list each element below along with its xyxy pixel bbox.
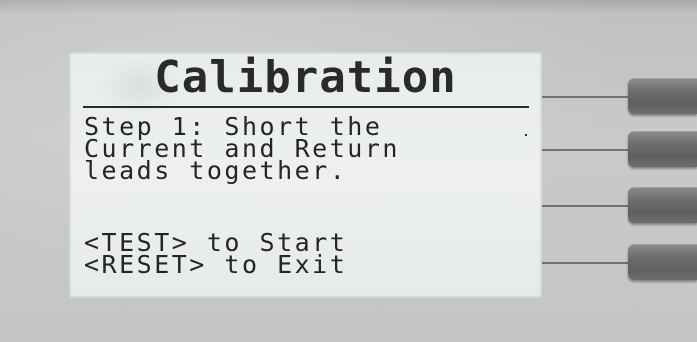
softkey-2-leader	[542, 149, 632, 151]
softkey-4-button[interactable]	[628, 244, 697, 280]
softkey-2-button[interactable]	[628, 131, 697, 167]
reset-to-exit-text: <RESET> to Exit	[84, 250, 348, 279]
softkey-1-leader	[542, 96, 632, 98]
instruction-line-3: leads together.	[84, 156, 348, 185]
softkey-4-leader	[542, 262, 632, 264]
screen-title: Calibration	[154, 52, 457, 103]
softkey-3-button[interactable]	[628, 187, 697, 223]
softkey-3-leader	[542, 205, 632, 207]
lcd-display: Calibration Step 1: Short the Current an…	[69, 52, 542, 298]
title-underline	[83, 106, 529, 108]
softkey-1-button[interactable]	[628, 78, 697, 114]
lcd-pixel-dot	[525, 134, 527, 136]
